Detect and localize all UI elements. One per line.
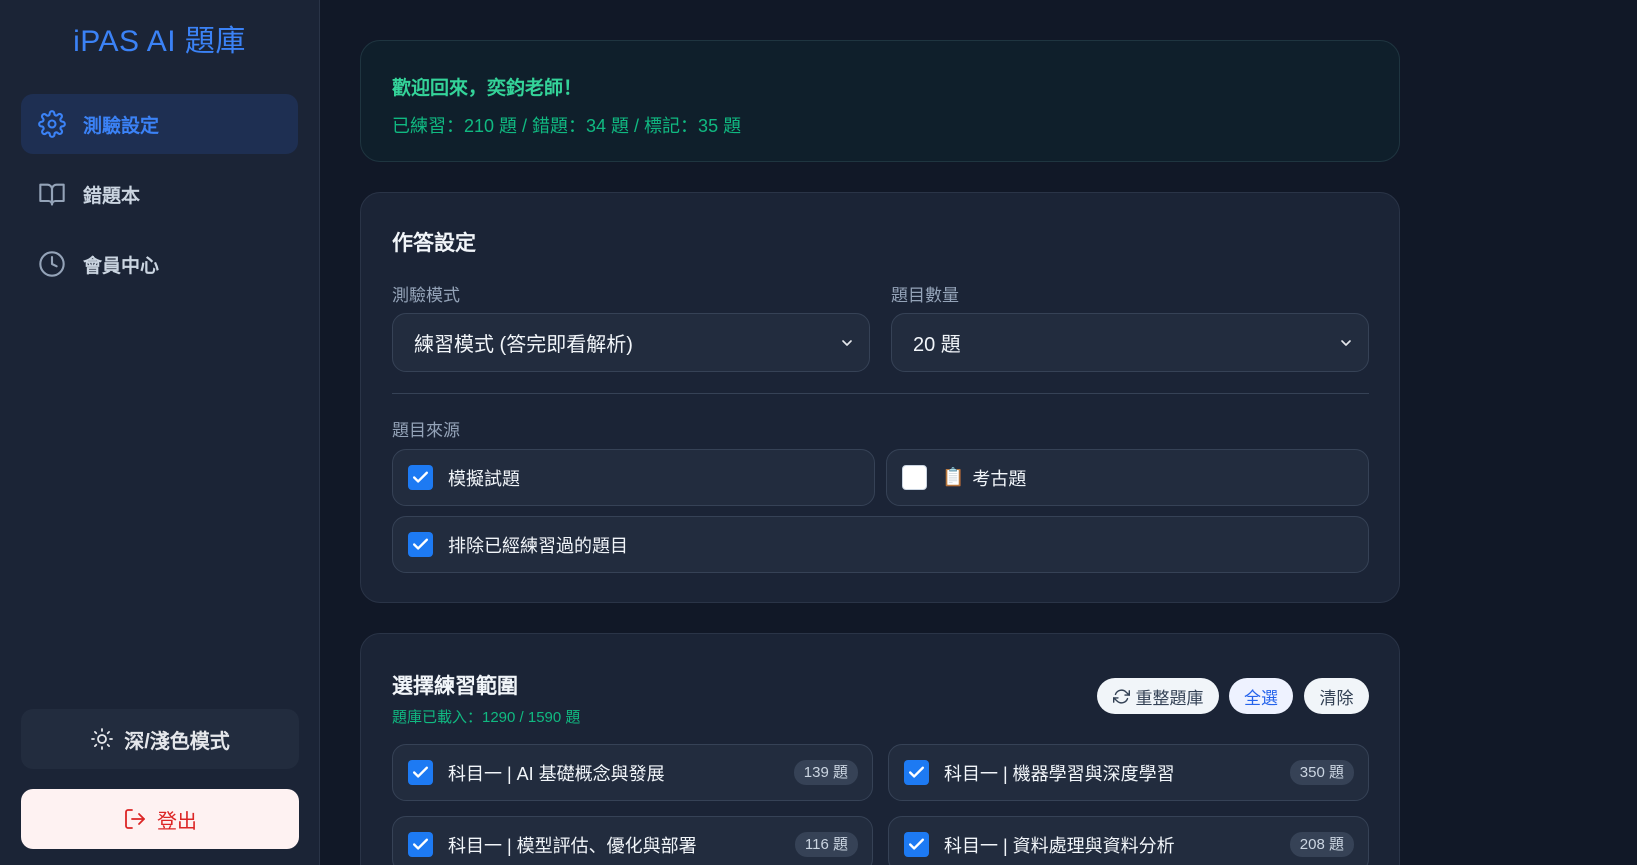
sidebar-item-quiz-settings[interactable]: 測驗設定 (21, 94, 298, 154)
clear-button[interactable]: 清除 (1304, 678, 1369, 714)
question-count-badge: 139 題 (793, 760, 858, 785)
count-select-value: 20 題 (913, 334, 961, 356)
sun-icon (91, 728, 114, 750)
sidebar-item-label: 測驗設定 (83, 115, 160, 137)
subject-label: 科目一 | 機器學習與深度學習 (944, 763, 1175, 784)
question-count-badge: 208 題 (1289, 832, 1354, 857)
welcome-card: 歡迎回來，奕鈞老師！ 已練習：210 題 / 錯題：34 題 / 標記：35 題 (360, 40, 1400, 162)
theme-toggle-button[interactable]: 深/淺色模式 (21, 709, 299, 769)
checkbox-checked[interactable] (904, 760, 929, 785)
checkbox-checked[interactable] (408, 760, 433, 785)
checkbox-checked[interactable] (408, 532, 433, 557)
question-count-badge: 350 題 (1289, 760, 1354, 785)
mode-select[interactable]: 練習模式 (答完即看解析) (392, 313, 870, 372)
app-title: iPAS AI 題庫 (73, 25, 246, 58)
checkbox-checked[interactable] (408, 832, 433, 857)
divider (392, 393, 1369, 394)
chevron-down-icon (839, 334, 855, 350)
select-all-button[interactable]: 全選 (1229, 678, 1293, 714)
bank-loaded-status: 題庫已載入：1290 / 1590 題 (392, 709, 581, 726)
question-count-badge: 116 題 (794, 832, 858, 857)
sidebar-nav: 測驗設定 錯題本 會員中心 (0, 94, 319, 294)
section-title-settings: 作答設定 (392, 232, 476, 255)
subject-item[interactable]: 科目一 | 資料處理與資料分析 208 題 (888, 816, 1369, 865)
sidebar-item-label: 錯題本 (83, 185, 141, 207)
answer-settings-card: 作答設定 測驗模式 練習模式 (答完即看解析) 題目數量 20 題 題目來源 模… (360, 192, 1400, 603)
clock-icon (37, 249, 67, 279)
source-option-label: 考古題 (972, 468, 1027, 489)
logout-label: 登出 (157, 810, 197, 833)
sidebar-item-wrong-book[interactable]: 錯題本 (21, 164, 298, 224)
welcome-greeting: 歡迎回來，奕鈞老師！ (392, 78, 583, 99)
sidebar-item-member-center[interactable]: 會員中心 (21, 234, 298, 294)
source-label: 題目來源 (392, 421, 460, 440)
reload-bank-label: 重整題庫 (1135, 688, 1204, 708)
source-option-past-exam[interactable]: 📋 考古題 (886, 449, 1369, 506)
count-label: 題目數量 (891, 286, 959, 305)
theme-toggle-label: 深/淺色模式 (124, 730, 230, 753)
count-select[interactable]: 20 題 (891, 313, 1369, 372)
mode-label: 測驗模式 (392, 286, 460, 305)
reload-bank-button[interactable]: 重整題庫 (1097, 678, 1219, 714)
sidebar: iPAS AI 題庫 測驗設定 錯題本 會員中心 深/淺色模式 登出 (0, 0, 320, 865)
subject-item[interactable]: 科目一 | 機器學習與深度學習 350 題 (888, 744, 1369, 801)
source-option-label: 模擬試題 (448, 468, 520, 489)
sidebar-item-label: 會員中心 (83, 255, 160, 277)
refresh-icon (1112, 688, 1130, 704)
clipboard-icon: 📋 (942, 467, 965, 487)
practice-range-card: 選擇練習範圍 題庫已載入：1290 / 1590 題 重整題庫 全選 清除 科目… (360, 633, 1400, 865)
mode-select-value: 練習模式 (答完即看解析) (414, 334, 633, 356)
subject-label: 科目一 | 資料處理與資料分析 (944, 835, 1175, 856)
subject-item[interactable]: 科目一 | AI 基礎概念與發展 139 題 (392, 744, 873, 801)
checkbox-checked[interactable] (904, 832, 929, 857)
chevron-down-icon (1338, 334, 1354, 350)
logout-icon (125, 809, 145, 829)
checkbox-unchecked[interactable] (902, 465, 927, 490)
exclude-practiced-option[interactable]: 排除已經練習過的題目 (392, 516, 1369, 573)
gear-icon (37, 109, 67, 139)
subject-item[interactable]: 科目一 | 模型評估、優化與部署 116 題 (392, 816, 873, 865)
subject-label: 科目一 | 模型評估、優化與部署 (448, 835, 697, 856)
checkbox-checked[interactable] (408, 465, 433, 490)
source-option-mock[interactable]: 模擬試題 (392, 449, 875, 506)
book-icon (37, 179, 67, 209)
subject-label: 科目一 | AI 基礎概念與發展 (448, 763, 665, 784)
practice-stats: 已練習：210 題 / 錯題：34 題 / 標記：35 題 (392, 116, 742, 136)
exclude-option-label: 排除已經練習過的題目 (448, 535, 628, 556)
logout-button[interactable]: 登出 (21, 789, 299, 849)
section-title-range: 選擇練習範圍 (392, 675, 518, 698)
